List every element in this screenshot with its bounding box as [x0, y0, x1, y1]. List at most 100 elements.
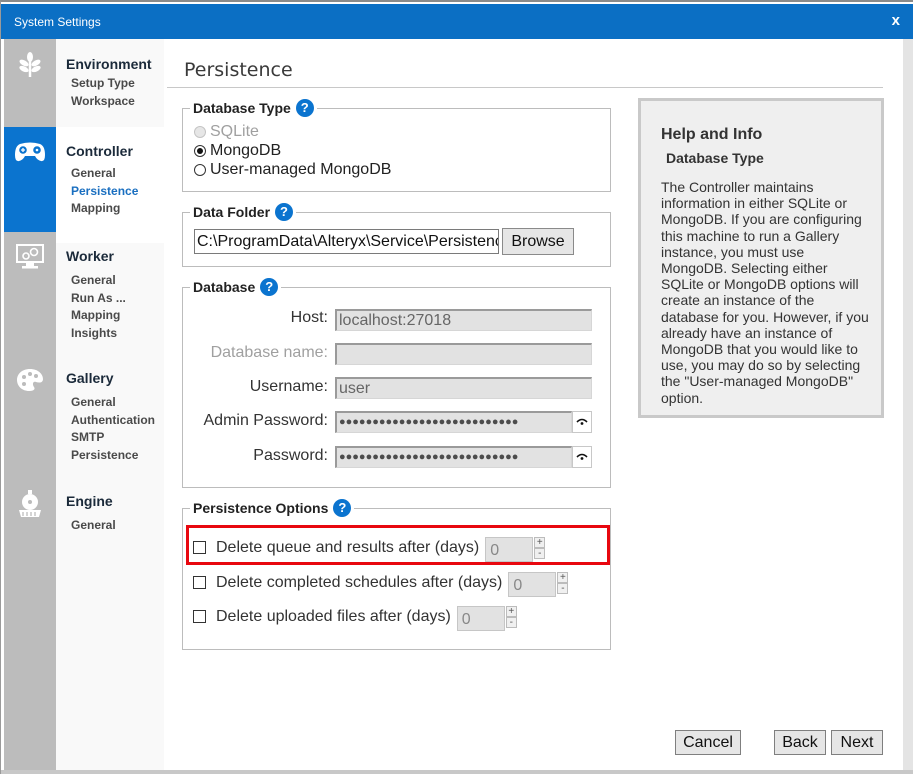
data-folder-legend: Data Folder ?	[190, 203, 297, 221]
decrement-button[interactable]: -	[534, 547, 546, 559]
nav-section-worker: Worker General Run As ... Mapping Insigh…	[56, 243, 164, 368]
admin-password-label: Admin Password:	[203, 412, 329, 429]
delete-queue-days-input[interactable]: 0	[485, 537, 534, 562]
help-panel: Help and Info Database Type The Controll…	[638, 98, 884, 418]
host-row-label: Host:	[183, 309, 328, 329]
nav-item-workspace[interactable]: Workspace	[71, 93, 164, 111]
nav-item-controller-general[interactable]: General	[71, 165, 164, 183]
help-icon[interactable]: ?	[295, 99, 314, 117]
delete-queue-label: Delete queue and results after (days)	[216, 538, 480, 556]
help-panel-body: The Controller maintains information in …	[661, 179, 869, 406]
password-input[interactable]: ●●●●●●●●●●●●●●●●●●●●●●●●●●●	[335, 446, 572, 468]
persistence-options-legend: Persistence Options ?	[190, 499, 355, 517]
browse-button[interactable]: Browse	[502, 228, 574, 255]
help-panel-title: Help and Info	[661, 126, 763, 143]
radio-circle	[194, 164, 206, 176]
nav-item-gallery-authentication[interactable]: Authentication	[71, 412, 164, 430]
leaf-icon	[19, 52, 41, 77]
radio-circle	[194, 145, 206, 157]
page-title: Persistence	[184, 59, 293, 81]
sidebar-icon-gallery[interactable]	[4, 357, 56, 482]
cancel-button[interactable]: Cancel	[675, 730, 741, 755]
radio-label: MongoDB	[210, 142, 282, 159]
username-label: Username:	[249, 378, 328, 395]
show-password-button[interactable]	[572, 446, 592, 468]
delete-schedules-option: Delete completed schedules after (days) …	[193, 568, 569, 597]
nav-item-gallery-smtp[interactable]: SMTP	[71, 429, 164, 447]
close-icon[interactable]: x	[892, 12, 900, 29]
radio-user-managed-mongodb[interactable]: User-managed MongoDB	[194, 161, 391, 179]
nav-section-title: Environment	[66, 56, 152, 72]
delete-queue-option: Delete queue and results after (days) 0 …	[193, 533, 546, 562]
username-input[interactable]: user	[335, 377, 592, 399]
nav-item-worker-mapping[interactable]: Mapping	[71, 307, 164, 325]
nav-item-gallery-general[interactable]: General	[71, 394, 164, 412]
title-divider	[167, 87, 883, 88]
nav-item-gallery-persistence[interactable]: Persistence	[71, 447, 164, 465]
nav-section-controller: Controller General Persistence Mapping	[56, 127, 164, 243]
delete-uploaded-files-checkbox[interactable]	[193, 610, 206, 623]
admin-password-row-label: Admin Password:	[183, 412, 329, 432]
nav-item-worker-insights[interactable]: Insights	[71, 325, 164, 343]
nav-item-engine-general[interactable]: General	[71, 517, 164, 535]
sidebar-icon-controller[interactable]	[4, 127, 56, 232]
database-name-label: Database name:	[210, 344, 328, 361]
increment-button[interactable]: +	[534, 536, 546, 548]
back-button[interactable]: Back	[774, 730, 826, 755]
nav-section-environment: Environment Setup Type Workspace	[56, 39, 164, 127]
sidebar-icon-worker[interactable]	[4, 232, 56, 357]
main-panel: Persistence Database Type ? SQLite Mongo…	[164, 39, 905, 772]
radio-sqlite[interactable]: SQLite	[194, 123, 259, 141]
decrement-button[interactable]: -	[557, 582, 569, 594]
persistence-options-group: Persistence Options ? Delete queue and r…	[182, 499, 611, 650]
delete-schedules-checkbox[interactable]	[193, 576, 206, 589]
nav-section-gallery: Gallery General Authentication SMTP Pers…	[56, 368, 164, 488]
radio-label: User-managed MongoDB	[210, 161, 392, 178]
help-icon[interactable]: ?	[333, 499, 352, 517]
delete-queue-checkbox[interactable]	[193, 541, 206, 554]
database-legend: Database ?	[190, 278, 282, 296]
delete-uploaded-files-days-input[interactable]: 0	[456, 606, 505, 631]
username-row-label: Username:	[183, 378, 328, 398]
decrement-button[interactable]: -	[505, 616, 517, 628]
delete-uploaded-files-option: Delete uploaded files after (days) 0 + -	[193, 602, 517, 631]
delete-uploaded-files-spinner: + -	[505, 605, 517, 628]
host-input[interactable]: localhost:27018	[335, 309, 592, 331]
legend-text: Data Folder	[193, 204, 271, 220]
palette-icon	[17, 369, 43, 391]
nav-item-controller-persistence[interactable]: Persistence	[71, 183, 164, 201]
nav-item-worker-general[interactable]: General	[71, 272, 164, 290]
admin-password-input[interactable]: ●●●●●●●●●●●●●●●●●●●●●●●●●●●	[335, 411, 572, 433]
nav-section-title: Worker	[66, 248, 114, 264]
increment-button[interactable]: +	[557, 571, 569, 583]
sidebar-icon-environment[interactable]	[4, 39, 56, 127]
window-title: System Settings	[14, 15, 101, 29]
locomotive-icon	[19, 490, 41, 517]
database-group: Database ? Host: localhost:27018 Databas…	[182, 278, 611, 488]
system-settings-window: System Settings x Environment Setup Type…	[0, 0, 913, 774]
legend-text: Database	[193, 279, 256, 295]
nav-item-controller-mapping[interactable]: Mapping	[71, 200, 164, 218]
delete-schedules-spinner: + -	[557, 571, 569, 594]
password-label: Password:	[253, 447, 328, 464]
password-row-label: Password:	[183, 447, 328, 467]
eye-icon	[576, 453, 588, 460]
data-folder-input[interactable]: C:\ProgramData\Alteryx\Service\Persisten…	[194, 229, 499, 254]
show-admin-password-button[interactable]	[572, 411, 592, 433]
database-name-row-label: Database name:	[183, 344, 328, 364]
monitor-gears-icon	[16, 244, 44, 269]
database-name-input[interactable]	[335, 343, 592, 365]
radio-label: SQLite	[210, 123, 259, 140]
increment-button[interactable]: +	[505, 605, 517, 617]
gamepad-icon	[15, 142, 45, 162]
title-bar: System Settings x	[1, 4, 913, 39]
sidebar-icon-engine[interactable]	[4, 482, 56, 582]
next-button[interactable]: Next	[831, 730, 883, 755]
help-icon[interactable]: ?	[260, 278, 279, 296]
nav-item-setup-type[interactable]: Setup Type	[71, 75, 164, 93]
help-icon[interactable]: ?	[275, 203, 294, 221]
radio-mongodb[interactable]: MongoDB	[194, 142, 281, 160]
delete-schedules-days-input[interactable]: 0	[508, 572, 557, 597]
host-label: Host:	[290, 309, 328, 326]
nav-item-worker-run-as[interactable]: Run As ...	[71, 290, 164, 308]
